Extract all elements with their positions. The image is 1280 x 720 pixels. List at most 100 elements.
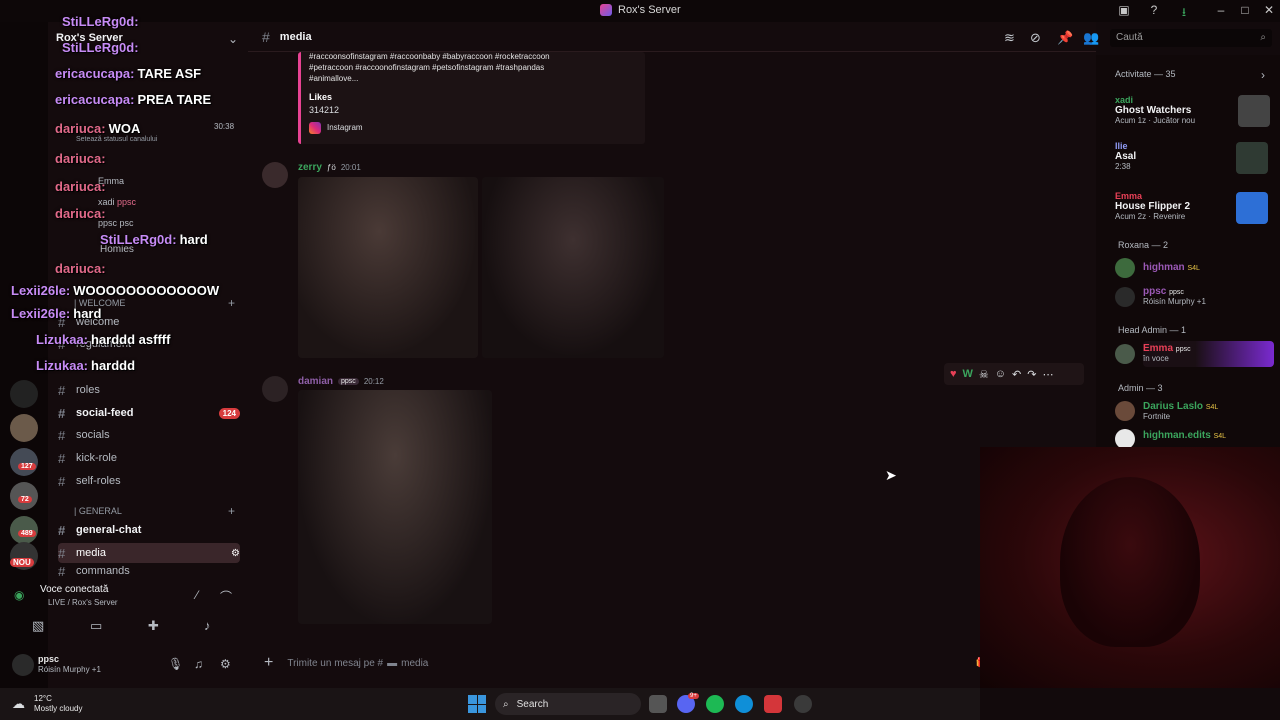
- weather-icon[interactable]: ☁: [12, 696, 25, 712]
- category-general[interactable]: | GENERAL: [74, 506, 122, 516]
- avatar[interactable]: [1115, 401, 1135, 421]
- image-attachment[interactable]: [298, 390, 492, 624]
- channel-commands[interactable]: # commands: [58, 566, 240, 576]
- voice-channel[interactable]: LIVE / Rox's Server: [48, 598, 118, 607]
- screen-share-icon[interactable]: ▭: [90, 618, 102, 634]
- edge-icon[interactable]: [735, 695, 753, 713]
- stream-chat-line: ericacucapa: TARE ASF: [55, 66, 202, 81]
- avatar[interactable]: [262, 162, 288, 188]
- obs-icon[interactable]: [794, 695, 812, 713]
- title-bar: Rox's Server ▣ ? ⭳ – □ ✕: [0, 0, 1280, 22]
- soundboard-icon[interactable]: ♪: [204, 618, 211, 633]
- embed-hashtags[interactable]: #petraccoon #raccoonofinstagram #petsofi…: [309, 63, 544, 72]
- windows-start-icon[interactable]: [468, 695, 486, 713]
- reply-icon[interactable]: ↶: [1012, 368, 1021, 381]
- app-icon[interactable]: [764, 695, 782, 713]
- forward-icon[interactable]: ↷: [1027, 368, 1036, 381]
- w-reaction-icon[interactable]: W: [963, 368, 973, 380]
- message-composer[interactable]: + Trimite un mesaj pe # ▬ media 🎁: [258, 650, 988, 676]
- upload-icon[interactable]: +: [264, 654, 273, 672]
- voice-status[interactable]: Voce conectată: [40, 584, 108, 595]
- stream-chat-line: dariuca:: [55, 151, 106, 166]
- avatar[interactable]: [1115, 429, 1135, 449]
- channel-social-feed[interactable]: # social-feed 124: [58, 403, 240, 423]
- maximize-button[interactable]: □: [1236, 3, 1254, 17]
- minimize-button[interactable]: –: [1212, 3, 1230, 17]
- mouse-cursor: ➤: [885, 467, 897, 483]
- image-attachment[interactable]: [482, 177, 664, 358]
- hash-icon: #: [58, 473, 66, 489]
- embed-hashtags[interactable]: #animallove...: [309, 74, 358, 83]
- download-icon[interactable]: ⭳: [1175, 3, 1193, 24]
- activity-item[interactable]: Ilie Asal 2:38: [1115, 141, 1136, 171]
- notifications-off-icon[interactable]: ⊘: [1030, 30, 1041, 46]
- headphones-icon[interactable]: ♫: [194, 657, 203, 671]
- add-channel-icon[interactable]: +: [228, 296, 235, 310]
- embed-source[interactable]: Instagram: [327, 123, 363, 132]
- close-button[interactable]: ✕: [1260, 3, 1278, 17]
- avatar[interactable]: [262, 376, 288, 402]
- member-item[interactable]: ppsc ppsc Róisín Murphy +1: [1143, 286, 1206, 306]
- weather-temp[interactable]: 12°C: [34, 694, 52, 703]
- avatar[interactable]: [12, 654, 34, 676]
- activity-header[interactable]: Activitate — 35: [1115, 69, 1176, 79]
- spotify-icon[interactable]: [706, 695, 724, 713]
- search-input[interactable]: Caută ⌕: [1110, 29, 1272, 47]
- help-icon[interactable]: ?: [1145, 3, 1163, 17]
- author-name[interactable]: damian: [298, 376, 333, 387]
- channel-self-roles[interactable]: # self-roles: [58, 471, 240, 491]
- pin-icon[interactable]: 📌: [1057, 30, 1073, 46]
- settings-icon[interactable]: ⚙: [231, 548, 240, 559]
- member-item[interactable]: Emma ppsc în voce: [1143, 343, 1191, 363]
- server-icon-1[interactable]: [10, 380, 38, 408]
- username[interactable]: ppsc: [38, 654, 59, 664]
- members-icon[interactable]: 👥: [1083, 30, 1099, 46]
- search-icon: ⌕: [1260, 32, 1266, 43]
- channel-roles[interactable]: # roles: [58, 380, 240, 400]
- taskbar-search[interactable]: ⌕ Search: [495, 693, 641, 715]
- avatar[interactable]: [1115, 258, 1135, 278]
- weather-text[interactable]: Mostly cloudy: [34, 704, 82, 713]
- timestamp: 20:12: [363, 377, 384, 386]
- activity-icon[interactable]: ✚: [148, 618, 159, 634]
- server-icon-3[interactable]: [10, 448, 38, 476]
- disconnect-icon[interactable]: ⌒: [220, 588, 232, 605]
- channel-kick-role[interactable]: # kick-role: [58, 448, 240, 468]
- camera-off-icon[interactable]: ▧: [32, 618, 44, 634]
- likes-label: Likes: [309, 92, 333, 102]
- member-item[interactable]: Darius Laslo S4L Fortnite: [1143, 401, 1218, 421]
- server-badge: 489: [18, 530, 36, 537]
- hash-icon: #: [58, 405, 66, 421]
- stream-chat-line: ericacucapa: PREA TARE: [55, 92, 212, 107]
- inbox-icon[interactable]: ▣: [1115, 3, 1133, 17]
- channel-media[interactable]: # media ⚙: [58, 543, 240, 563]
- add-channel-icon[interactable]: +: [228, 504, 235, 518]
- heart-icon[interactable]: ♥: [950, 368, 957, 380]
- noise-icon[interactable]: ⁄: [196, 588, 198, 602]
- activity-item[interactable]: xadi Ghost Watchers Acum 1z · Jucător no…: [1115, 95, 1195, 125]
- avatar[interactable]: [1115, 344, 1135, 364]
- channel-general-chat[interactable]: # general-chat: [58, 520, 240, 540]
- author-name[interactable]: zerry: [298, 162, 322, 173]
- skull-icon[interactable]: ☠: [979, 368, 989, 381]
- channel-status-hint[interactable]: Setează statusul canalului: [76, 136, 157, 143]
- chevron-right-icon[interactable]: ›: [1261, 68, 1265, 82]
- gear-icon[interactable]: ⚙: [220, 657, 231, 671]
- member-item[interactable]: highman.edits S4L: [1143, 430, 1226, 441]
- image-attachment[interactable]: [298, 177, 478, 358]
- more-icon[interactable]: ⋯: [1042, 368, 1053, 381]
- embed-hashtags[interactable]: #raccoonsofinstagram #raccoonbaby #babyr…: [309, 52, 550, 61]
- window-title: Rox's Server: [600, 4, 681, 16]
- signal-icon[interactable]: ◉: [14, 588, 24, 602]
- add-reaction-icon[interactable]: ☺: [995, 368, 1006, 380]
- channel-socials[interactable]: # socials: [58, 425, 240, 445]
- task-view-icon[interactable]: [649, 695, 667, 713]
- avatar[interactable]: [1115, 287, 1135, 307]
- chevron-down-icon[interactable]: ⌄: [228, 32, 238, 46]
- server-icon-2[interactable]: [10, 414, 38, 442]
- activity-item[interactable]: Emma House Flipper 2 Acum 2z · Revenire: [1115, 191, 1190, 221]
- stream-chat-line: Lexii26le: hard: [11, 306, 102, 321]
- mic-icon[interactable]: 🎙: [168, 657, 183, 671]
- member-item[interactable]: highman S4L: [1143, 262, 1200, 273]
- threads-icon[interactable]: ≋: [1004, 30, 1015, 46]
